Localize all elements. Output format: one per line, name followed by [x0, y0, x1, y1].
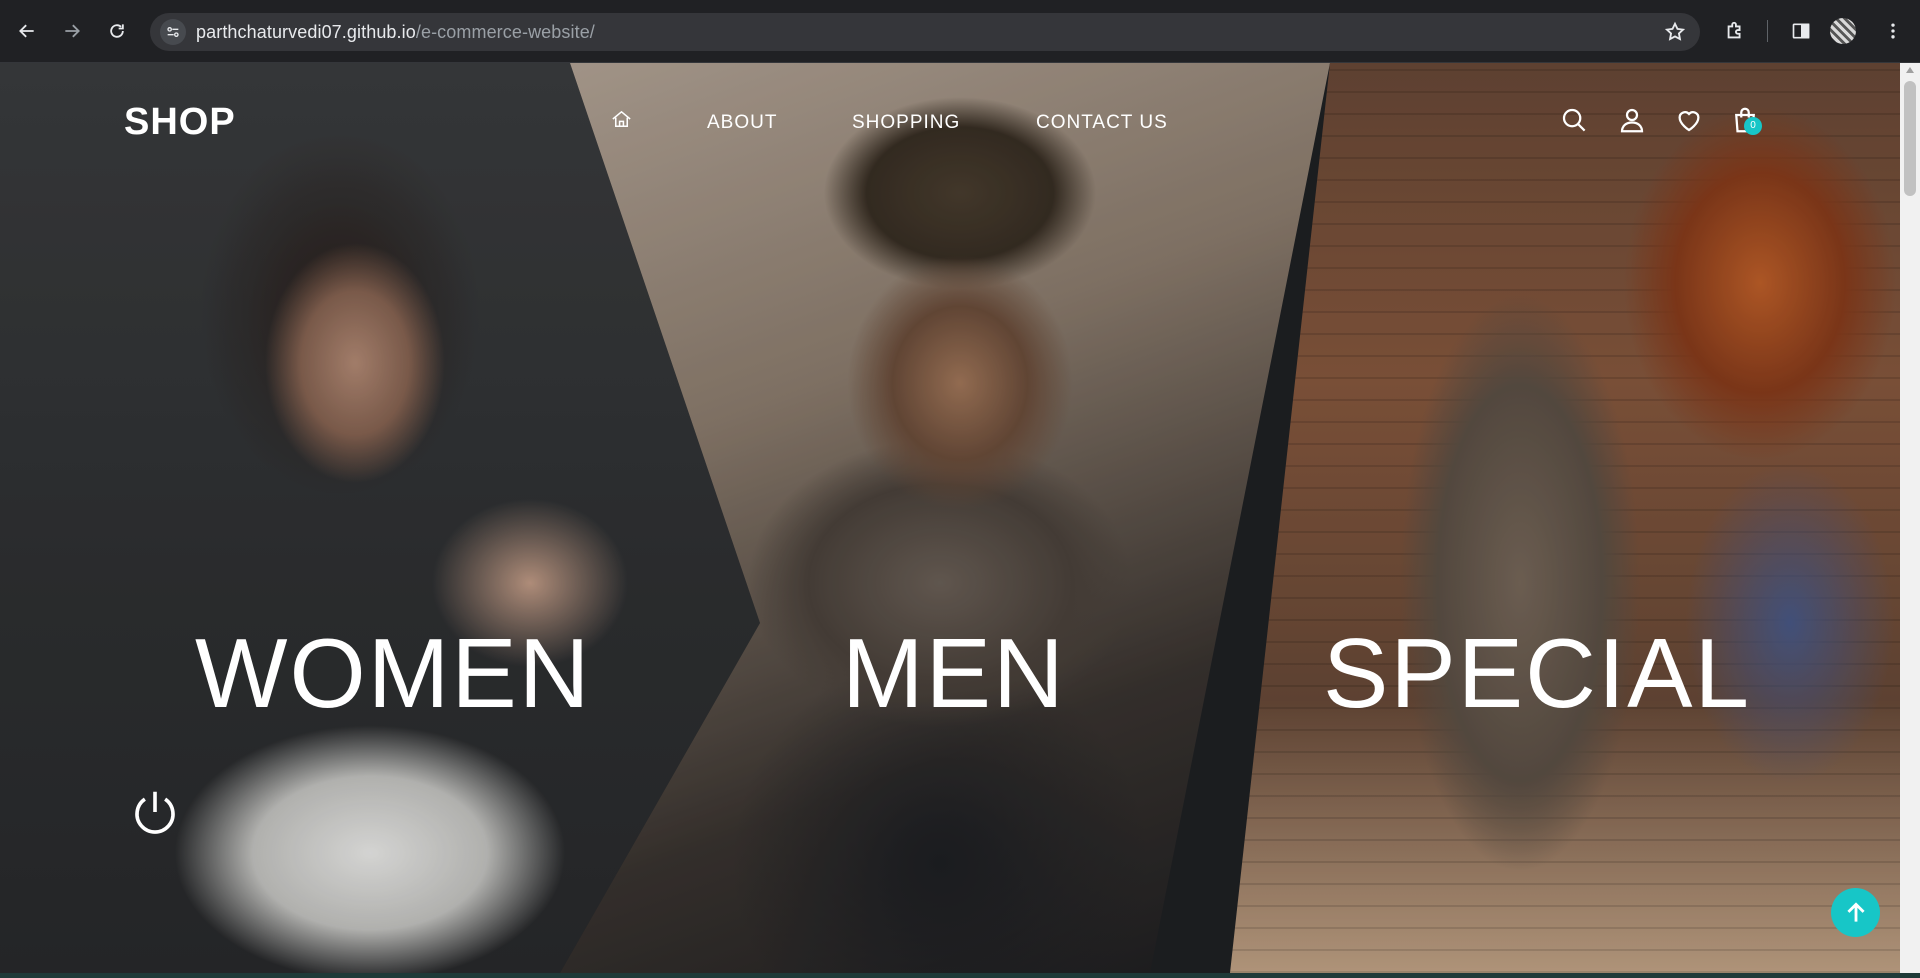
power-icon[interactable]: [128, 785, 182, 844]
bottom-strip: [0, 973, 1920, 978]
scroll-to-top-button[interactable]: [1831, 888, 1880, 937]
nav-shopping[interactable]: SHOPPING: [852, 112, 960, 134]
extensions-icon[interactable]: [1719, 15, 1751, 47]
home-icon[interactable]: [610, 108, 633, 136]
category-women[interactable]: WOMEN: [195, 618, 592, 728]
side-panel-icon[interactable]: [1785, 15, 1817, 47]
hero-section: SHOP ABOUT SHOPPING CONTACT US WOMEN MEN…: [0, 63, 1900, 973]
category-men[interactable]: MEN: [842, 618, 1066, 728]
nav-about[interactable]: ABOUT: [707, 112, 777, 134]
category-special[interactable]: SPECIAL: [1323, 618, 1751, 728]
address-bar[interactable]: parthchaturvedi07.github.io/e-commerce-w…: [150, 13, 1700, 51]
url-host: parthchaturvedi07.github.io: [196, 22, 416, 42]
user-icon[interactable]: [1617, 105, 1647, 140]
forward-button[interactable]: [56, 15, 88, 47]
nav-contact-us[interactable]: CONTACT US: [1036, 112, 1168, 134]
browser-toolbar: parthchaturvedi07.github.io/e-commerce-w…: [0, 0, 1920, 63]
back-icon: [19, 24, 34, 38]
toolbar-separator: [1767, 20, 1768, 42]
back-button[interactable]: [11, 15, 43, 47]
heart-icon[interactable]: [1674, 105, 1704, 140]
profile-avatar[interactable]: [1830, 18, 1856, 44]
page-scrollbar[interactable]: [1900, 63, 1920, 973]
arrow-up-icon: [1846, 901, 1865, 922]
reload-icon: [110, 24, 124, 38]
scrollbar-thumb[interactable]: [1904, 81, 1916, 196]
reload-button[interactable]: [101, 15, 133, 47]
cart-count-badge: 0: [1744, 117, 1762, 135]
search-icon[interactable]: [1559, 105, 1589, 140]
menu-icon[interactable]: [1877, 15, 1909, 47]
forward-icon: [65, 24, 80, 38]
star-icon[interactable]: [1664, 21, 1686, 48]
url-text[interactable]: parthchaturvedi07.github.io/e-commerce-w…: [196, 22, 595, 42]
site-logo[interactable]: SHOP: [124, 101, 236, 144]
site-info-icon[interactable]: [160, 19, 186, 45]
image-overlay: [0, 63, 1900, 973]
url-path: /e-commerce-website/: [415, 22, 595, 42]
scroll-up-arrow[interactable]: [1906, 67, 1914, 73]
